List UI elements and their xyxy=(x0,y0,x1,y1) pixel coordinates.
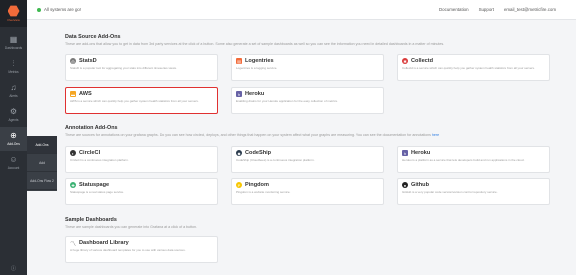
addon-card-github[interactable]: ● Github GitHub is a very popular code ve… xyxy=(397,178,550,205)
flyout-item-addons-flow-2[interactable]: Add-Ons Flow 2 xyxy=(27,172,57,190)
user-email-menu[interactable]: email_test@metricfire.com xyxy=(504,7,556,12)
statuspage-icon: ✚ xyxy=(70,182,76,188)
top-bar: All systems are go! Documentation Suppor… xyxy=(27,0,576,20)
chart-line-icon: 〽 xyxy=(70,240,77,248)
addon-card-pingdom[interactable]: P Pingdom Pingdom is a website monitoring… xyxy=(231,178,384,205)
aws-icon: ▬ xyxy=(70,91,76,97)
bell-icon: ♫ xyxy=(10,83,17,92)
addon-card-statuspage[interactable]: ✚ Statuspage Statuspage is a real status … xyxy=(65,178,218,205)
addon-card-codeship[interactable]: ◆ CodeShip CodeShip (Cloudbees) is a cont… xyxy=(231,146,384,173)
section-desc-sample: These are sample dashboards you can gene… xyxy=(65,225,198,229)
section-desc-annotation: These are sources for annotations on you… xyxy=(65,133,440,137)
logentries-icon: ▤ xyxy=(236,58,242,64)
section-desc-data-source: These are add-ons that allow you to get … xyxy=(65,42,445,46)
addon-card-heroku-datasource[interactable]: h Heroku Enabling drains for your Heroku … xyxy=(231,87,384,114)
addon-card-circleci[interactable]: ◐ CircleCI CircleCI is a continuous integ… xyxy=(65,146,218,173)
sidebar-item-addons[interactable]: ⊕ Add-Ons xyxy=(0,127,27,151)
addon-card-logentries[interactable]: ▤ Logentries Logentries is a logging serv… xyxy=(231,54,384,81)
dashboard-icon: ▦ xyxy=(9,35,18,44)
flyout-item-add[interactable]: Add xyxy=(27,154,57,172)
flyout-item-addons[interactable]: Add-Ons xyxy=(27,136,57,154)
system-status: All systems are go! xyxy=(37,7,81,12)
logo-icon xyxy=(7,5,20,17)
agents-icon: ⚙ xyxy=(9,107,18,116)
addon-card-aws[interactable]: ▬ AWS AWS is a service which can quickly … xyxy=(65,87,218,114)
logo[interactable]: Overview xyxy=(0,0,27,27)
status-dot-icon xyxy=(37,7,41,12)
sidebar-item-dashboards[interactable]: ▦ Dashboards xyxy=(0,31,27,55)
addon-card-collectd[interactable]: ✱ Collectd Collectd is a service which ca… xyxy=(397,54,550,81)
sidebar-item-agents[interactable]: ⚙ Agents xyxy=(0,103,27,127)
sidebar-item-alerts[interactable]: ♫ Alerts xyxy=(0,79,27,103)
pingdom-icon: P xyxy=(236,182,242,188)
sidebar: Overview ▦ Dashboards ⫶ Metrics ♫ Alerts… xyxy=(0,0,27,275)
sidebar-item-account[interactable]: ☺ Account xyxy=(0,151,27,175)
support-link[interactable]: Support xyxy=(479,7,494,12)
sidebar-item-metrics[interactable]: ⫶ Metrics xyxy=(0,55,27,79)
addons-flyout-menu: Add-Ons Add Add-Ons Flow 2 xyxy=(27,136,57,191)
github-icon: ● xyxy=(402,182,408,188)
heroku-icon: h xyxy=(236,91,242,97)
metrics-icon: ⫶ xyxy=(12,59,15,68)
annotations-docs-link[interactable]: here xyxy=(432,133,439,137)
info-icon[interactable]: ⓘ xyxy=(0,265,27,272)
top-links: Documentation Support email_test@metricf… xyxy=(439,7,556,12)
addon-card-dashboard-library[interactable]: 〽 Dashboard Library A huge library of var… xyxy=(65,236,218,263)
section-title-data-source: Data Source Add-Ons xyxy=(65,34,121,40)
statsd-icon: ◎ xyxy=(70,58,76,64)
codeship-icon: ◆ xyxy=(236,150,242,156)
addon-card-statsd[interactable]: ◎ StatsD StatsD is a popular tool for agg… xyxy=(65,54,218,81)
circleci-icon: ◐ xyxy=(70,150,76,156)
section-title-sample: Sample Dashboards xyxy=(65,217,117,223)
plus-icon: ⊕ xyxy=(10,131,17,140)
collectd-icon: ✱ xyxy=(402,58,408,64)
documentation-link[interactable]: Documentation xyxy=(439,7,469,12)
heroku-icon: h xyxy=(402,150,408,156)
addon-card-heroku-annotation[interactable]: h Heroku Heroku is a platform as a servic… xyxy=(397,146,550,173)
section-title-annotation: Annotation Add-Ons xyxy=(65,125,118,131)
user-icon: ☺ xyxy=(9,155,18,164)
